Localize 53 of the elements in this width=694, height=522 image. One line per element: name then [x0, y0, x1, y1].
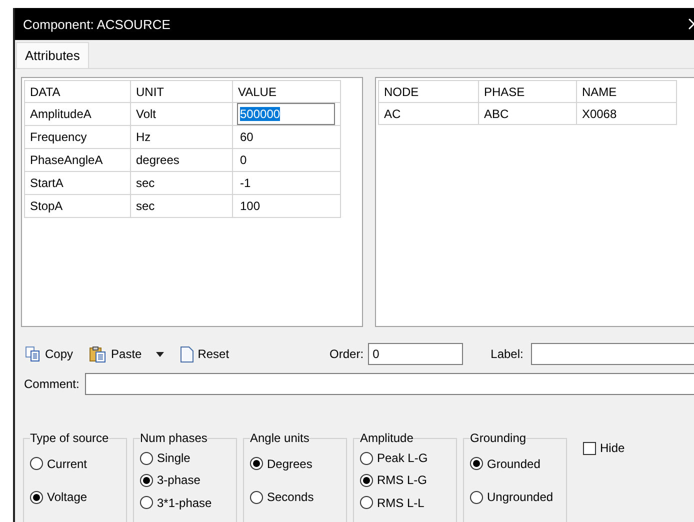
table-cell: Frequency	[24, 126, 130, 148]
radio-option[interactable]: RMS L-L	[360, 496, 452, 510]
table-cell: PhaseAngleA	[24, 148, 130, 172]
radio-option[interactable]: Single	[140, 451, 232, 466]
table-cell: sec	[130, 172, 232, 194]
window-title: Component: ACSOURCE	[23, 16, 170, 32]
radio-option[interactable]: 3*1-phase	[140, 496, 232, 510]
hide-checkbox[interactable]: Hide	[583, 441, 625, 455]
table-cell: degrees	[130, 148, 232, 172]
radio-option[interactable]: Grounded	[470, 456, 562, 471]
radio-option[interactable]: RMS L-G	[360, 473, 452, 488]
label-field[interactable]	[531, 343, 694, 365]
table-cell: Volt	[130, 102, 232, 126]
table-cell: AmplitudeA	[24, 102, 130, 126]
dropdown-arrow-icon[interactable]	[156, 352, 164, 356]
order-field[interactable]: 0	[368, 343, 463, 365]
radio-option[interactable]: 3-phase	[140, 473, 232, 488]
table-cell: X0068	[576, 102, 676, 124]
column-header[interactable]: UNIT	[130, 80, 232, 102]
group-title: Amplitude	[360, 431, 414, 445]
blank-page-icon	[180, 346, 194, 362]
radio-option[interactable]: Seconds	[250, 490, 342, 504]
reset-button[interactable]: Reset	[176, 346, 234, 362]
group-title: Angle units	[250, 431, 310, 445]
radio-option[interactable]: Current	[30, 456, 122, 471]
group-title: Grounding	[470, 431, 526, 445]
copy-icon	[25, 346, 41, 362]
group-title: Num phases	[140, 431, 208, 445]
column-header[interactable]: PHASE	[478, 80, 576, 102]
table-cell: sec	[130, 194, 232, 218]
clipboard-icon	[89, 346, 108, 362]
column-header[interactable]: DATA	[24, 80, 130, 102]
radio-option[interactable]: Degrees	[250, 456, 342, 471]
table-cell: StartA	[24, 172, 130, 194]
radio-option[interactable]: Voltage	[30, 490, 122, 504]
comment-field[interactable]	[85, 373, 694, 395]
value-field[interactable]: 500000	[237, 103, 335, 125]
column-header[interactable]: NAME	[576, 80, 676, 102]
paste-button[interactable]: Paste	[85, 346, 168, 362]
radio-option[interactable]: Ungrounded	[470, 490, 562, 504]
tab[interactable]: Attributes	[16, 42, 89, 68]
copy-button[interactable]: Copy	[21, 346, 78, 362]
group-title: Type of source	[30, 431, 109, 445]
table-cell: ABC	[478, 102, 576, 124]
order-label: Order:	[330, 347, 364, 361]
label-label: Label:	[490, 347, 524, 361]
table-cell: AC	[378, 102, 478, 124]
table-cell: StopA	[24, 194, 130, 218]
column-header[interactable]: NODE	[378, 80, 478, 102]
comment-label: Comment:	[24, 377, 80, 391]
column-header[interactable]: VALUE	[232, 80, 340, 102]
table-cell: Hz	[130, 126, 232, 148]
radio-option[interactable]: Peak L-G	[360, 451, 452, 466]
